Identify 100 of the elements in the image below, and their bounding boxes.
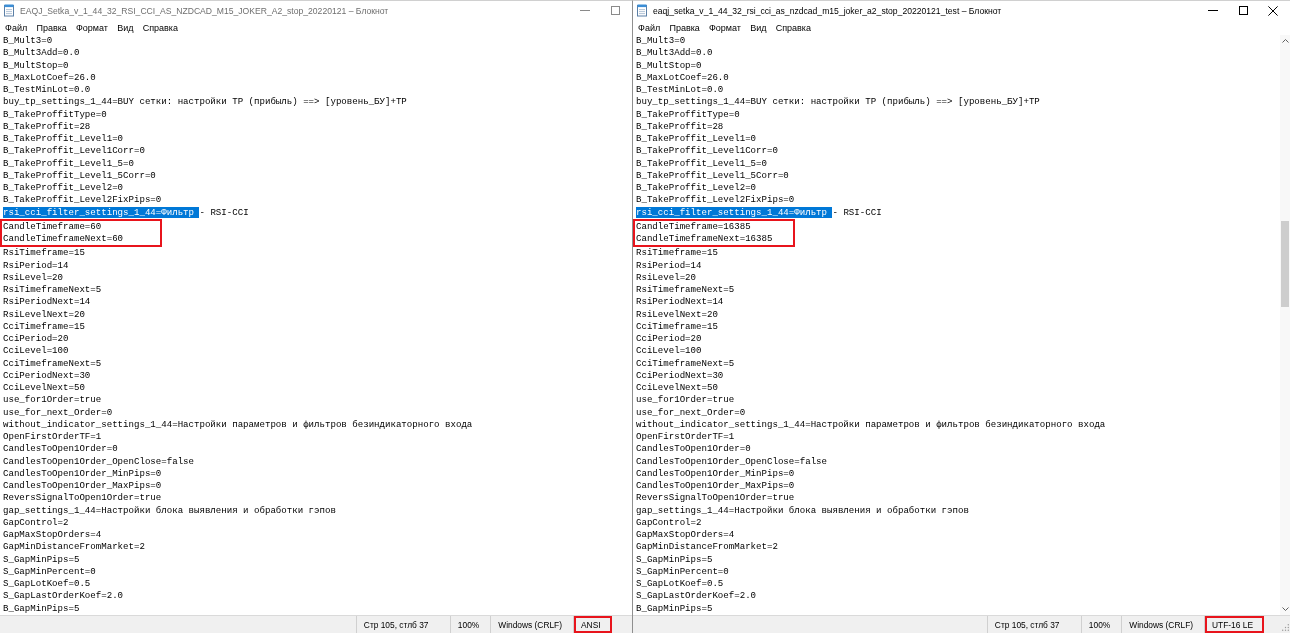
menu-item[interactable]: Формат (704, 22, 746, 33)
text-line: B_TakeProffit=28 (636, 120, 724, 133)
text-line: B_TakeProffit_Level1_5Corr=0 (636, 169, 789, 182)
text-line: CciLevel=100 (636, 345, 702, 358)
text-line: B_TakeProffit_Level1Corr=0 (3, 145, 145, 158)
text-line: GapControl=2 (636, 516, 702, 529)
menu-item[interactable]: Правка (664, 22, 705, 33)
window-title: EAQJ_Setka_v_1_44_32_RSI_CCI_AS_NZDCAD_M15_JOKER_A2_stop_20220121 – Блокнот (20, 5, 390, 16)
notepad-icon (637, 4, 647, 17)
text-line: buy_tp_settings_1_44=BUY сетки: настройки TP (прибыль) ==> [уровень_БУ]+TP (3, 96, 407, 109)
text-line: B_TakeProffit_Level1_5=0 (636, 157, 767, 170)
text-line: ReversSignalToOpen1Order=true (3, 492, 162, 505)
text-line: buy_tp_settings_1_44=BUY сетки: настройки TP (прибыль) ==> [уровень_БУ]+TP (636, 96, 1040, 109)
text-line: RsiLevelNext=20 (636, 308, 718, 321)
text-line: B_TakeProffit_Level1_5=0 (3, 157, 134, 170)
menu-item[interactable]: Файл (633, 22, 665, 33)
menu-item[interactable]: Вид (745, 22, 772, 33)
text-line: B_MaxLotCoef=26.0 (3, 71, 96, 84)
text-line: RsiPeriod=14 (3, 259, 69, 272)
size-grip-icon (1282, 624, 1289, 631)
status-text: ANSI (574, 616, 612, 633)
text-line: gap_settings_1_44=Настройки блока выявления и обработки гэпов (636, 504, 969, 517)
minimize-icon (1208, 10, 1218, 11)
text-line: S_GapLotKoef=0.5 (636, 578, 724, 591)
text-line: GapMinDistanceFromMarket=2 (636, 541, 778, 554)
text-line: B_TakeProffit_Level2=0 (3, 182, 124, 195)
text-line: CandlesToOpen1Order_OpenClose=false (3, 455, 194, 468)
text-line: CciPeriod=20 (3, 333, 69, 346)
text-line: OpenFirstOrderTF=1 (3, 431, 102, 444)
text-line: CandlesToOpen1Order_OpenClose=false (636, 455, 827, 468)
text-line: RsiPeriod=14 (636, 259, 702, 272)
text-line: gap_settings_1_44=Настройки блока выявления и обработки гэпов (3, 504, 336, 517)
text-line: RsiTimeframeNext=5 (3, 284, 102, 297)
text-line: B_TakeProffit_Level1_5Corr=0 (3, 169, 156, 182)
text-line: CandleTimeframeNext=60 (3, 233, 124, 246)
menu-item[interactable]: Справка (138, 22, 183, 33)
menu-item[interactable]: Файл (0, 22, 32, 33)
status-text: Windows (CRLF) (1128, 618, 1195, 632)
maximize-icon (1238, 6, 1248, 15)
text-line: CandlesToOpen1Order=0 (3, 443, 118, 456)
text-line: CciLevelNext=50 (3, 382, 85, 395)
status-text: Стр 105, стлб 37 (993, 618, 1061, 632)
text-line: S_GapMinPips=5 (636, 553, 713, 566)
text-line: GapMaxStopOrders=4 (3, 529, 102, 542)
text-line: use_for1Order=true (636, 394, 735, 407)
text-line: B_TestMinLot=0.0 (3, 84, 91, 97)
text-line: without_indicator_settings_1_44=Настройки параметров и фильтров безиндикаторного входа (636, 418, 1106, 431)
menu-item[interactable]: Справка (771, 22, 816, 33)
menu-item[interactable]: Вид (112, 22, 139, 33)
text-line: B_TakeProffit_Level1Corr=0 (636, 145, 778, 158)
text-line: B_MultStop=0 (636, 59, 702, 72)
text-line: RsiPeriodNext=14 (636, 296, 724, 309)
text-line: B_TakeProffit_Level2FixPips=0 (3, 194, 162, 207)
menu-item[interactable]: Правка (31, 22, 72, 33)
text-line: use_for_next_Order=0 (636, 406, 746, 419)
text-line: CandlesToOpen1Order_MaxPips=0 (636, 480, 795, 493)
status-text: UTF-16 LE (1205, 616, 1264, 633)
minimize-icon (580, 10, 590, 11)
status-text: 100% (1087, 618, 1112, 632)
scrollbar-thumb[interactable] (1281, 221, 1289, 307)
status-text: Стр 105, стлб 37 (362, 618, 430, 632)
maximize-icon (610, 6, 620, 15)
text-line: S_GapLastOrderKoef=2.0 (3, 590, 124, 603)
text-line: ReversSignalToOpen1Order=true (636, 492, 795, 505)
text-line: B_TakeProffit_Level1=0 (636, 133, 757, 146)
text-line: CandleTimeframeNext=16385 (636, 233, 773, 246)
text-line: B_TakeProffit=28 (3, 120, 91, 133)
text-line: RsiPeriodNext=14 (3, 296, 91, 309)
text-line: RsiLevel=20 (3, 271, 64, 284)
text-line: CciPeriodNext=30 (3, 369, 91, 382)
text-line: rsi_cci_filter_settings_1_44=Фильтр - RSI-CCI (636, 206, 882, 219)
text-line: B_Mult3Add=0.0 (3, 47, 80, 60)
text-line: B_GapMinPips=5 (3, 602, 80, 615)
text-line: S_GapMinPercent=0 (3, 565, 96, 578)
text-line: rsi_cci_filter_settings_1_44=Фильтр - RSI-CCI (3, 206, 249, 219)
text-line: CandlesToOpen1Order_MinPips=0 (636, 467, 795, 480)
text-line: CciTimeframe=15 (3, 320, 85, 333)
text-line: S_GapMinPercent=0 (636, 565, 729, 578)
text-line: B_GapMinPips=5 (636, 602, 713, 615)
text-line: GapMaxStopOrders=4 (636, 529, 735, 542)
text-line: CciTimeframeNext=5 (3, 357, 102, 370)
status-text: Windows (CRLF) (497, 618, 563, 632)
text-line: RsiTimeframeNext=5 (636, 284, 735, 297)
text-line: B_MaxLotCoef=26.0 (636, 71, 729, 84)
text-line: B_TakeProffit_Level2FixPips=0 (636, 194, 795, 207)
text-line: OpenFirstOrderTF=1 (636, 431, 735, 444)
text-line: CandleTimeframe=16385 (636, 220, 751, 233)
text-line: S_GapLotKoef=0.5 (3, 578, 91, 591)
text-line: CandlesToOpen1Order=0 (636, 443, 751, 456)
text-line: use_for_next_Order=0 (3, 406, 113, 419)
vertical-scrollbar[interactable] (1280, 35, 1290, 615)
text-line: RsiTimeframe=15 (3, 247, 85, 260)
text-line: CciPeriodNext=30 (636, 369, 724, 382)
text-line: GapControl=2 (3, 516, 69, 529)
text-line: CciTimeframe=15 (636, 320, 718, 333)
chevron-up-icon (1281, 39, 1289, 43)
menu-item[interactable]: Формат (71, 22, 113, 33)
text-line: CciTimeframeNext=5 (636, 357, 735, 370)
text-line: B_TakeProffit_Level1=0 (3, 133, 124, 146)
text-line: without_indicator_settings_1_44=Настройки параметров и фильтров безиндикаторного входа (3, 418, 473, 431)
